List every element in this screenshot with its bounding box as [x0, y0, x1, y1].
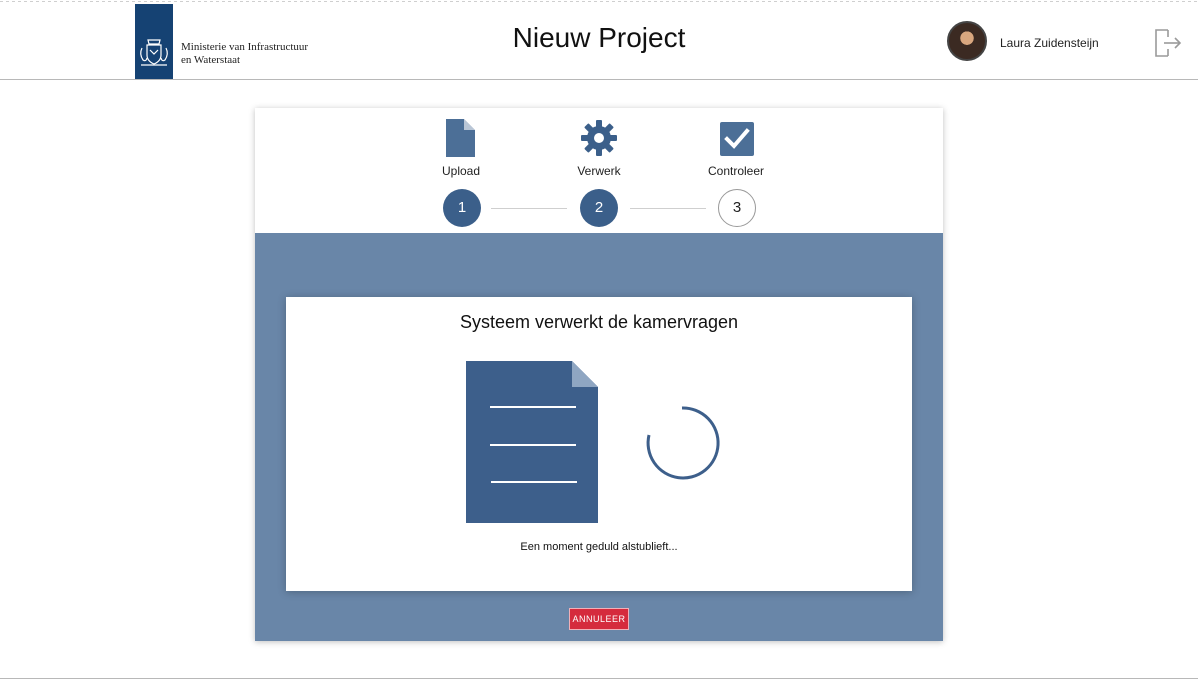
ministry-name-line2: en Waterstaat — [181, 54, 241, 66]
ministry-logo — [135, 4, 173, 79]
gear-icon — [581, 120, 617, 156]
step-label-verwerk: Verwerk — [577, 164, 621, 178]
processing-area: Systeem verwerkt de kamervragen Een mome… — [255, 233, 943, 641]
user-name[interactable]: Laura Zuidensteijn — [1000, 36, 1099, 50]
stepper: Upload 1 Verwerk 2 Controleer 3 — [255, 108, 943, 233]
step-label-controleer: Controleer — [707, 164, 765, 178]
app-header: Ministerie van Infrastructuur en Waterst… — [0, 4, 1198, 80]
bottom-divider — [0, 678, 1198, 679]
step-circle-2[interactable]: 2 — [580, 189, 618, 227]
loading-spinner — [646, 406, 720, 480]
step-circle-3[interactable]: 3 — [718, 189, 756, 227]
processing-title: Systeem verwerkt de kamervragen — [459, 312, 739, 332]
coat-of-arms-icon — [140, 39, 168, 66]
processing-panel: Systeem verwerkt de kamervragen Een mome… — [286, 297, 912, 591]
document-icon — [446, 119, 475, 157]
logout-icon[interactable] — [1154, 28, 1182, 58]
project-wizard-card: Upload 1 Verwerk 2 Controleer 3 Systeem … — [255, 108, 943, 641]
user-avatar[interactable] — [947, 21, 987, 61]
processing-message: Een moment geduld alstublieft... — [520, 541, 678, 553]
cancel-button[interactable]: ANNULEER — [569, 608, 629, 630]
step-connector-2 — [630, 208, 706, 209]
ministry-name-line1: Ministerie van Infrastructuur — [181, 41, 309, 53]
step-circle-1[interactable]: 1 — [443, 189, 481, 227]
checkbox-icon — [720, 122, 754, 156]
ministry-name: Ministerie van Infrastructuur en Waterst… — [181, 41, 308, 67]
step-connector-1 — [491, 208, 567, 209]
document-illustration — [466, 361, 598, 523]
step-label-upload: Upload — [441, 164, 481, 178]
